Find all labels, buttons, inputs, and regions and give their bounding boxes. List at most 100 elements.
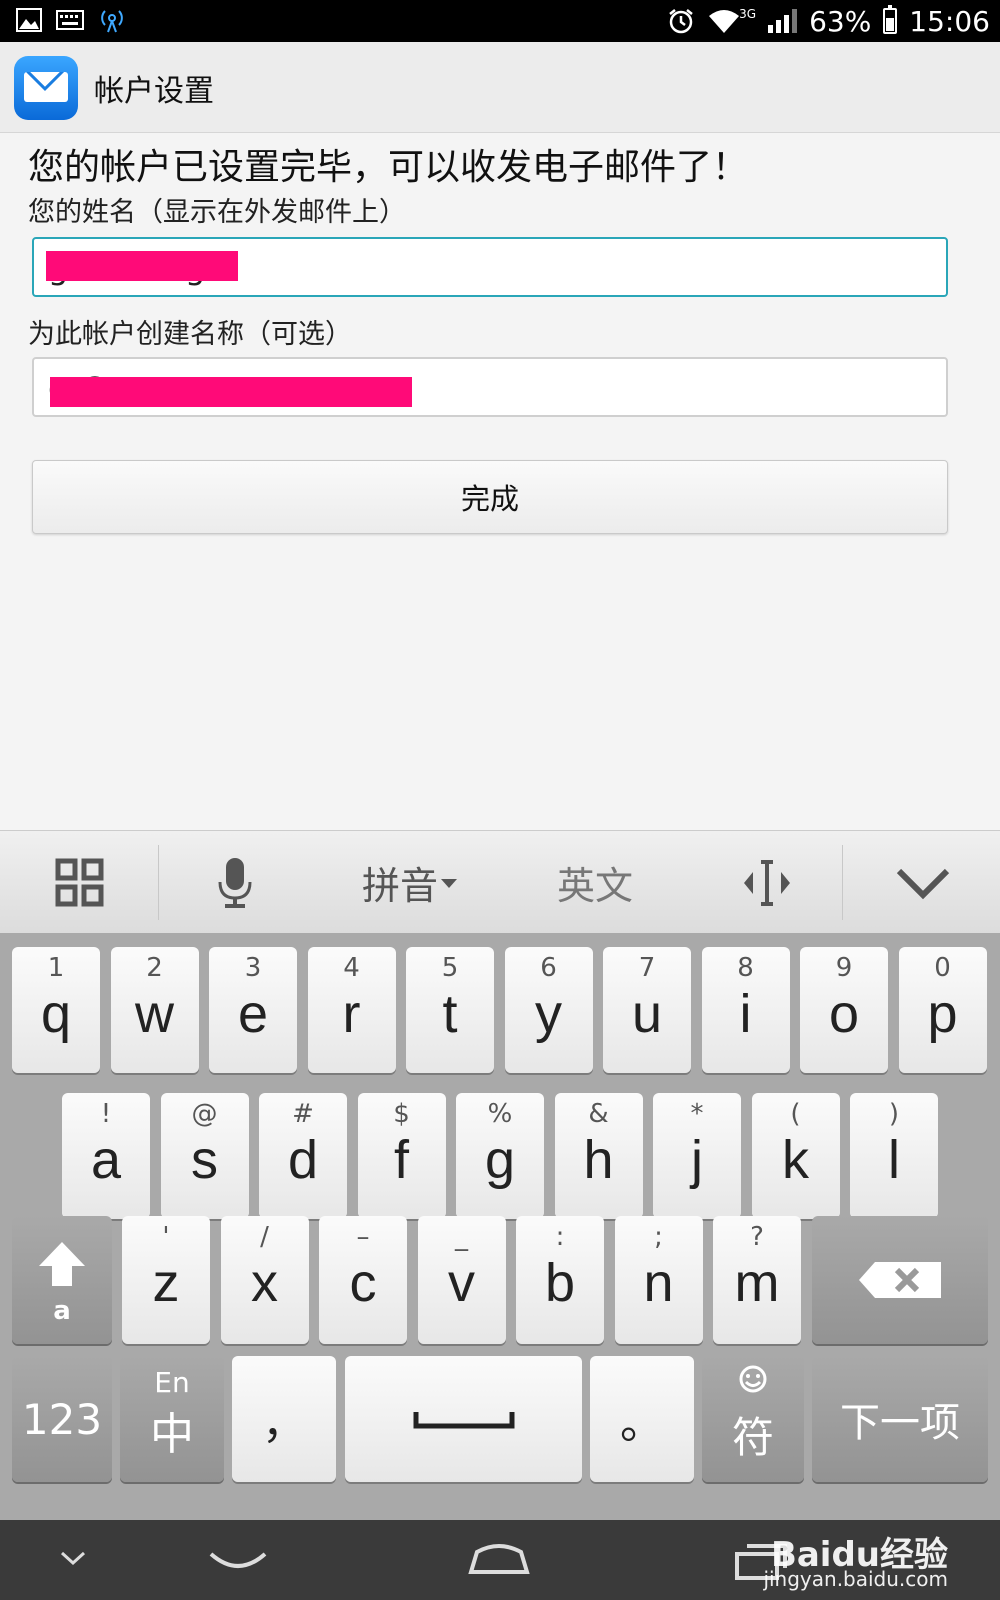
keyboard-icon [56, 10, 84, 30]
key-primary-label: b [544, 1253, 576, 1313]
pinyin-mode-button[interactable]: 拼音 [345, 831, 475, 934]
next-field-key[interactable]: 下一项 [812, 1356, 988, 1482]
key-secondary-label: 8 [737, 953, 754, 983]
key-d[interactable]: # d [259, 1093, 347, 1219]
key-primary-label: n [643, 1253, 674, 1313]
key-i[interactable]: 8i [701, 947, 790, 1073]
ime-menu-button[interactable] [40, 831, 120, 934]
key-u[interactable]: 7u [603, 947, 691, 1073]
alarm-icon [669, 9, 693, 34]
key-secondary-label: ? [750, 1222, 764, 1252]
watermark-url: jingyan.baidu.com [763, 1567, 948, 1591]
symbols-key[interactable]: 符 [702, 1356, 804, 1482]
language-switch-key[interactable]: En 中 [120, 1356, 224, 1482]
key-w[interactable]: 2w [110, 947, 199, 1073]
mail-app-icon[interactable] [14, 56, 78, 120]
key-secondary-label: 7 [638, 953, 656, 983]
english-mode-button[interactable]: 英文 [530, 831, 660, 934]
signal-icon [768, 9, 798, 33]
comma-key[interactable]: ， [232, 1356, 336, 1482]
back-icon[interactable] [208, 1550, 268, 1574]
account-name-field[interactable]: g @ [32, 357, 948, 417]
wifi-icon [709, 10, 740, 33]
chevron-down-icon [896, 868, 950, 899]
key-secondary-label: ( [790, 1099, 801, 1129]
key-primary-label: s [191, 1130, 218, 1190]
key-q[interactable]: 1q [12, 947, 100, 1073]
key-secondary-label: % [487, 1099, 513, 1129]
key-l[interactable]: ) l [850, 1093, 938, 1219]
key-c[interactable]: – c [319, 1216, 407, 1344]
shift-key-label: a [53, 1296, 71, 1326]
shift-key[interactable]: a [12, 1216, 112, 1344]
name-field[interactable]: gaimixing [32, 237, 948, 297]
toolbar-divider [158, 845, 159, 920]
key-g[interactable]: % g [456, 1093, 544, 1219]
network-type: 3G [739, 7, 757, 21]
navigation-bar: Baidu经验 jingyan.baidu.com [0, 1520, 1000, 1600]
key-secondary-label: # [292, 1099, 314, 1129]
key-secondary-label: 2 [146, 953, 163, 983]
home-icon[interactable] [467, 1540, 531, 1576]
key-f[interactable]: $ f [357, 1093, 446, 1219]
key-n[interactable]: ; n [614, 1216, 703, 1344]
key-j[interactable]: * j [653, 1093, 741, 1219]
hide-keyboard-button[interactable] [882, 831, 964, 934]
key-secondary-label: * [690, 1099, 704, 1129]
key-x[interactable]: / x [220, 1216, 309, 1344]
key-y[interactable]: 6y [504, 947, 593, 1073]
key-secondary-label: 9 [835, 953, 853, 983]
setup-complete-message: 您的帐户已设置完毕，可以收发电子邮件了！ [28, 147, 749, 188]
key-secondary-label: ' [162, 1222, 170, 1252]
key-h[interactable]: & h [554, 1093, 643, 1219]
key-t[interactable]: 5t [406, 947, 494, 1073]
key-primary-label: c [349, 1253, 377, 1313]
shift-arrow-icon [39, 1242, 85, 1286]
numbers-key[interactable]: 123 [12, 1356, 112, 1482]
key-primary-label: f [393, 1130, 409, 1190]
period-key[interactable]: 。 [590, 1356, 694, 1482]
voice-input-button[interactable] [200, 831, 270, 934]
key-primary-label: q [40, 984, 72, 1044]
key-primary-label: e [237, 984, 269, 1044]
grid-icon [55, 858, 104, 906]
key-primary-label: o [828, 984, 860, 1044]
key-k[interactable]: (k [751, 1093, 840, 1219]
key-o[interactable]: 9o [800, 947, 888, 1073]
key-primary-label: j [691, 1130, 703, 1190]
done-button[interactable]: 完成 [32, 460, 948, 534]
smiley-icon [739, 1365, 767, 1393]
cursor-icon [744, 859, 790, 906]
key-primary-label: y [535, 984, 562, 1044]
status-right: 3G 63% 15:06 [667, 0, 990, 42]
key-secondary-label: ! [100, 1099, 112, 1129]
space-key[interactable] [345, 1356, 582, 1482]
key-m[interactable]: ? m [713, 1216, 801, 1344]
key-p[interactable]: 0p [898, 947, 987, 1073]
key-primary-label: m [734, 1253, 780, 1313]
key-secondary-label: 5 [441, 953, 459, 983]
key-a[interactable]: ! a [62, 1093, 150, 1219]
key-secondary-label: _ [455, 1222, 468, 1252]
key-secondary-label: 1 [47, 953, 65, 983]
key-z[interactable]: ' z [122, 1216, 210, 1344]
toolbar-divider [842, 845, 843, 920]
battery-icon [883, 5, 898, 34]
key-primary-label: d [287, 1130, 319, 1190]
small-chevron-down-icon[interactable] [60, 1550, 86, 1566]
key-secondary-label: 6 [540, 953, 557, 983]
key-primary-label: t [442, 984, 458, 1044]
key-secondary-label: 3 [244, 953, 262, 983]
key-b[interactable]: :b [516, 1216, 604, 1344]
cursor-move-button[interactable] [722, 831, 812, 934]
key-s[interactable]: @ s [160, 1093, 249, 1219]
pinyin-label: 拼音 [361, 864, 438, 908]
backspace-key[interactable] [812, 1216, 988, 1344]
key-v[interactable]: _ v [417, 1216, 506, 1344]
key-secondary-label: & [588, 1099, 609, 1129]
key-primary-label: h [583, 1130, 614, 1190]
key-primary-label: r [342, 984, 361, 1044]
key-r[interactable]: 4r [307, 947, 396, 1073]
status-bar: 3G 63% 15:06 [0, 0, 1000, 42]
key-e[interactable]: 3e [209, 947, 297, 1073]
